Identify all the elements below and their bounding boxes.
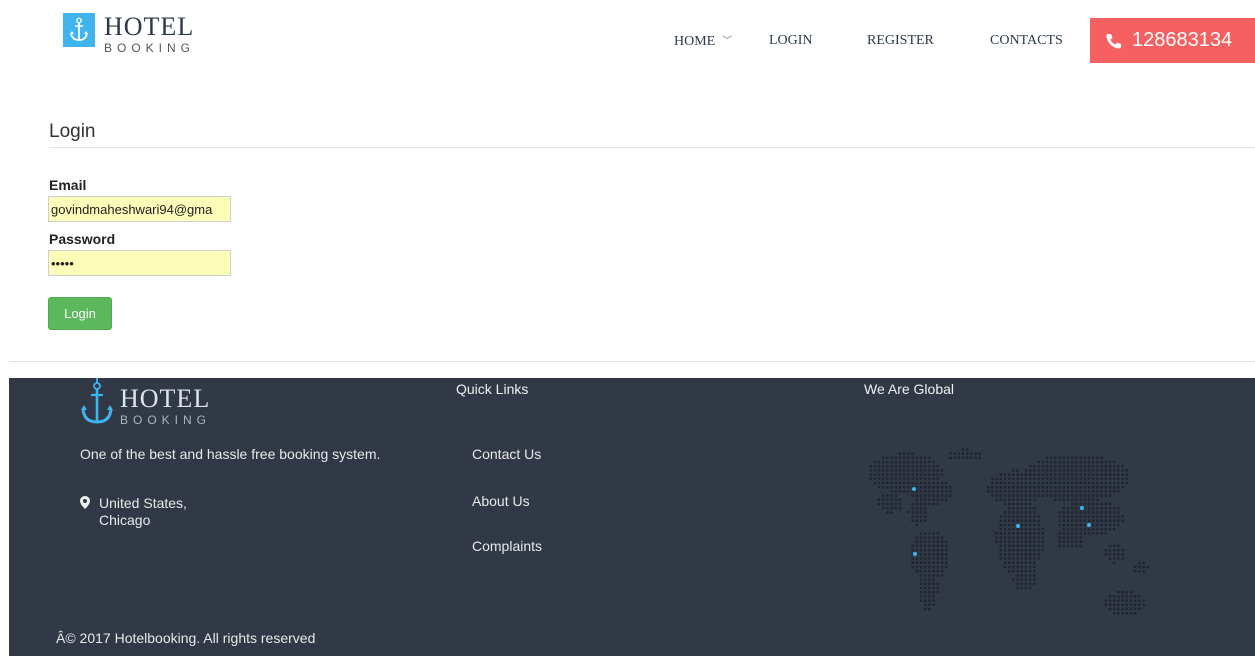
phone-number: 128683134 [1132, 29, 1233, 51]
brand-logo[interactable]: HOTEL BOOKING [63, 13, 195, 54]
location-line-2: Chicago [99, 512, 151, 528]
anchor-icon [81, 378, 113, 424]
footer-brand-title: HOTEL [120, 384, 211, 413]
phone-button[interactable]: 128683134 [1090, 18, 1255, 63]
footer-tagline: One of the best and hassle free booking … [80, 446, 381, 462]
anchor-icon [63, 13, 95, 47]
password-field[interactable] [48, 250, 231, 276]
nav-register[interactable]: REGISTER [867, 33, 934, 49]
footer-link-complaints[interactable]: Complaints [472, 538, 542, 554]
section-divider [9, 361, 1255, 362]
login-button[interactable]: Login [48, 297, 112, 330]
footer-location: United States, Chicago [80, 495, 187, 529]
site-footer: HOTEL BOOKING One of the best and hassle… [9, 378, 1255, 656]
footer-link-contact-us[interactable]: Contact Us [472, 446, 541, 462]
copyright-text: Â© 2017 Hotelbooking. All rights reserve… [56, 630, 316, 646]
page-title: Login [49, 121, 96, 142]
nav-login[interactable]: LOGIN [769, 33, 813, 49]
title-divider [49, 147, 1255, 148]
world-map-icon [869, 448, 1149, 615]
quick-links-title: Quick Links [456, 381, 529, 397]
password-label: Password [49, 231, 116, 247]
phone-icon [1106, 33, 1121, 48]
footer-brand-logo[interactable]: HOTEL BOOKING [80, 378, 211, 428]
email-field[interactable] [48, 196, 231, 222]
we-are-global-title: We Are Global [864, 381, 955, 397]
chevron-down-icon: ﹀ [722, 36, 733, 47]
site-header: HOTEL BOOKING HOME ﹀ LOGIN REGISTER CONTA… [0, 0, 1255, 80]
map-pin-icon [80, 496, 99, 529]
footer-brand-text: HOTEL BOOKING [120, 384, 212, 427]
brand-title: HOTEL [104, 12, 195, 41]
brand-subtitle: BOOKING [104, 41, 196, 55]
footer-brand-subtitle: BOOKING [120, 413, 212, 427]
nav-home-label: HOME [674, 34, 716, 49]
location-line-1: United States, [99, 495, 187, 511]
email-label: Email [49, 177, 87, 193]
brand-text: HOTEL BOOKING [104, 12, 196, 55]
nav-home[interactable]: HOME ﹀ [674, 33, 732, 50]
footer-link-about-us[interactable]: About Us [472, 493, 530, 509]
nav-contacts[interactable]: CONTACTS [990, 33, 1063, 49]
